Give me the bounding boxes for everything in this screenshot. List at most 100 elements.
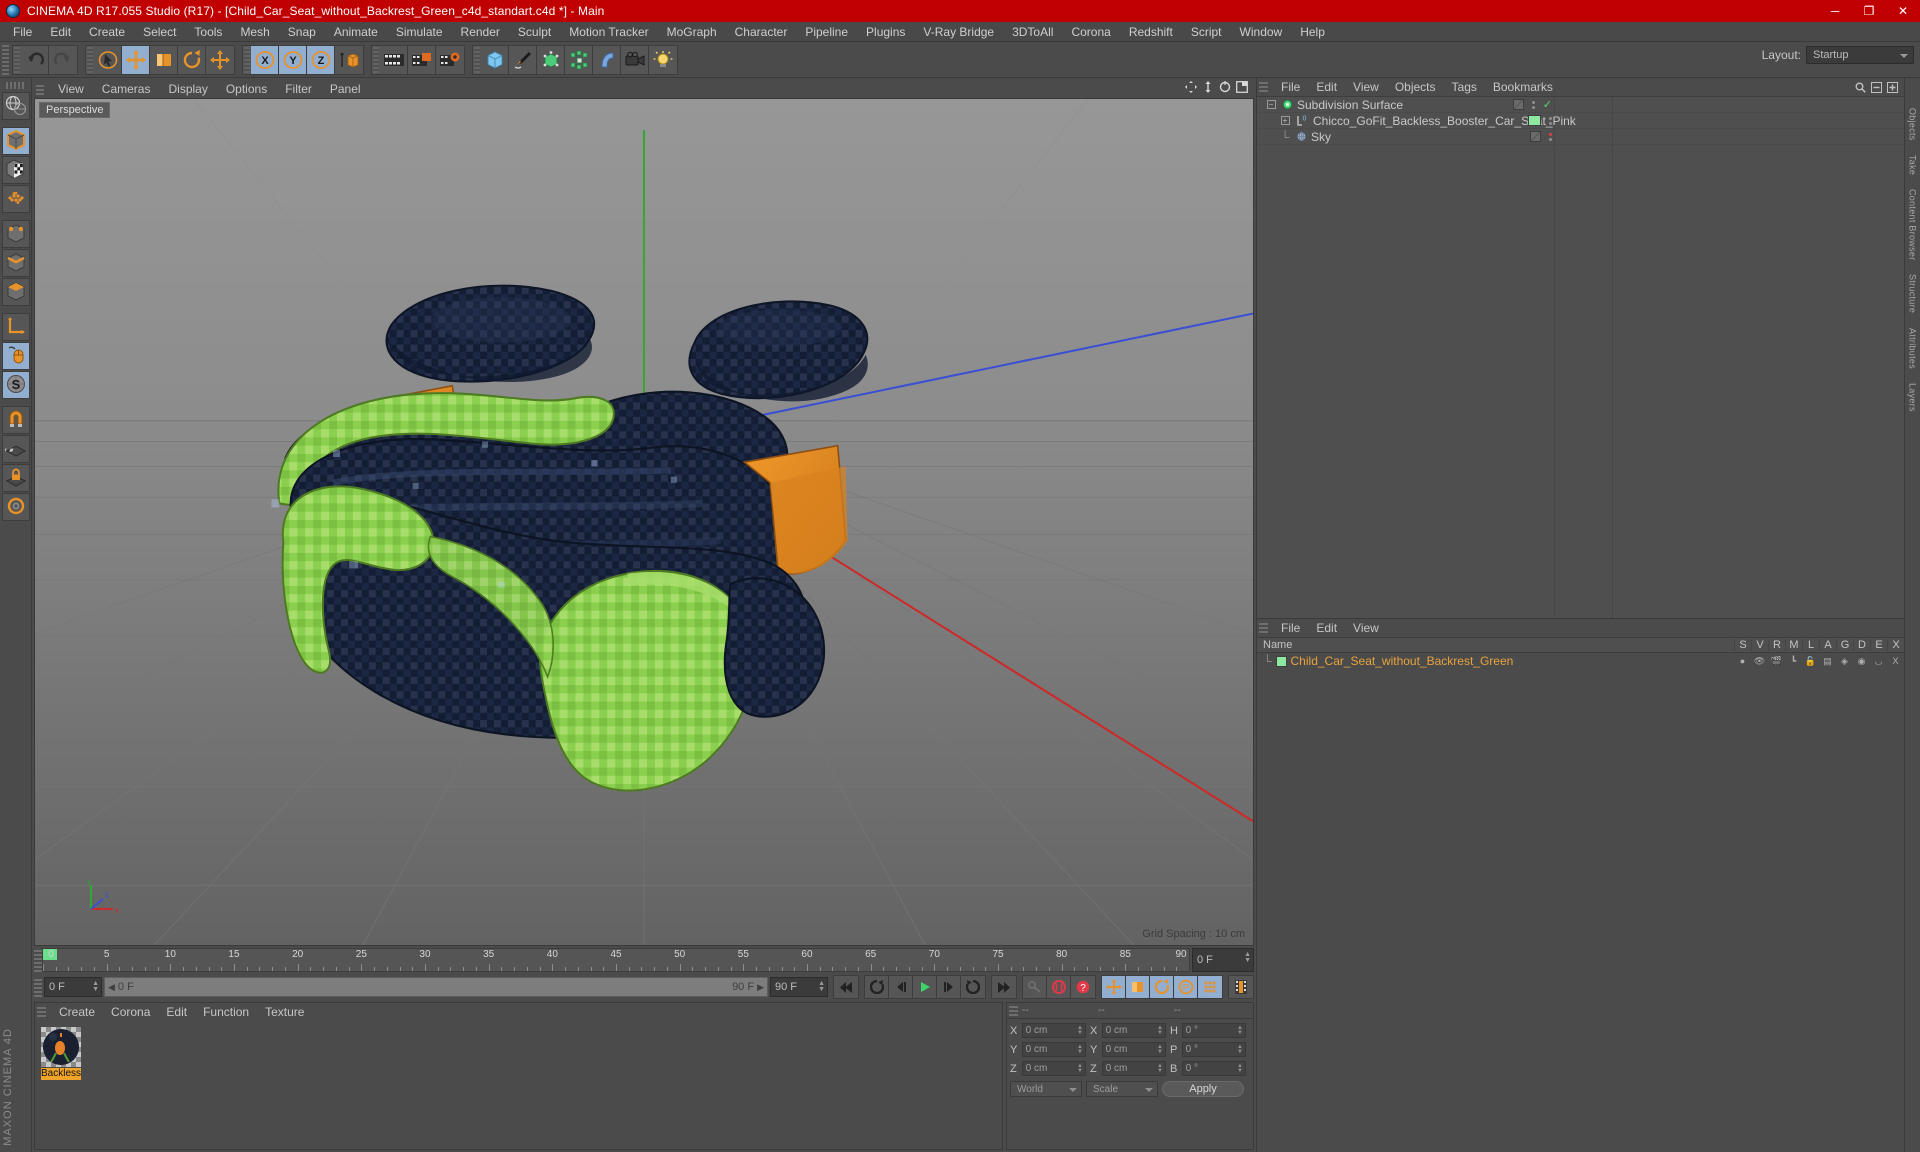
autokey-button[interactable] bbox=[1023, 976, 1047, 998]
viewport-menu-panel[interactable]: Panel bbox=[321, 80, 370, 98]
apply-button[interactable]: Apply bbox=[1162, 1081, 1244, 1097]
axis-y-button[interactable]: Y bbox=[279, 45, 307, 74]
time-scrubber[interactable]: ◀ 0 F 90 F ▶ bbox=[104, 977, 768, 997]
menu-animate[interactable]: Animate bbox=[325, 22, 387, 42]
frame-start-input[interactable]: 0 F ▲ ▼ bbox=[44, 977, 102, 997]
viewport-menu-display[interactable]: Display bbox=[159, 80, 216, 98]
attribute-flag-x[interactable]: X bbox=[1887, 656, 1904, 666]
spinner-icon[interactable]: ▲ ▼ bbox=[818, 980, 825, 993]
spinner-icon[interactable]: ▲ ▼ bbox=[1077, 1025, 1083, 1036]
edge-tab-attributes[interactable]: Attributes bbox=[1908, 328, 1918, 369]
menu-character[interactable]: Character bbox=[726, 22, 797, 42]
viewport-menu-cameras[interactable]: Cameras bbox=[93, 80, 160, 98]
viewport-solo-button[interactable] bbox=[1, 342, 30, 370]
render-view-button[interactable] bbox=[380, 45, 408, 74]
previous-key-button[interactable] bbox=[865, 976, 889, 998]
menu-snap[interactable]: Snap bbox=[279, 22, 325, 42]
edge-tab-layers[interactable]: Layers bbox=[1908, 383, 1918, 412]
scrub-left-arrow-icon[interactable]: ◀ bbox=[108, 982, 115, 993]
render-settings-button[interactable] bbox=[436, 45, 464, 74]
collapse-icon[interactable] bbox=[1871, 81, 1882, 93]
step-back-button[interactable] bbox=[889, 976, 913, 998]
material-menu-corona[interactable]: Corona bbox=[103, 1003, 158, 1021]
visibility-dots[interactable] bbox=[1549, 116, 1552, 125]
menu-script[interactable]: Script bbox=[1182, 22, 1231, 42]
world-object-button[interactable] bbox=[335, 45, 363, 74]
menu-tools[interactable]: Tools bbox=[185, 22, 231, 42]
spinner-icon[interactable]: ▲ ▼ bbox=[1157, 1044, 1163, 1055]
position-key-button[interactable] bbox=[1102, 976, 1126, 998]
add-spline-button[interactable] bbox=[509, 45, 537, 74]
object-tree[interactable]: − Subdivision Surface ✓ +0 Chicco_GoFit_Back… bbox=[1257, 96, 1904, 618]
enable-snap-button[interactable]: S bbox=[1, 371, 30, 399]
minimize-button[interactable]: ─ bbox=[1818, 0, 1852, 22]
coordinate-mode-select[interactable]: Scale bbox=[1086, 1081, 1158, 1097]
scrub-right-arrow-icon[interactable]: ▶ bbox=[757, 982, 764, 993]
edge-tab-structure[interactable]: Structure bbox=[1908, 274, 1918, 313]
scale-key-button[interactable] bbox=[1126, 976, 1150, 998]
toolbar-drag-handle[interactable] bbox=[2, 44, 9, 75]
attribute-flag-l[interactable]: 🔓 bbox=[1802, 656, 1819, 667]
material-item[interactable]: Backless bbox=[41, 1027, 81, 1080]
visibility-dots[interactable] bbox=[1531, 100, 1535, 109]
attribute-flag-a[interactable]: ▤ bbox=[1819, 656, 1836, 667]
object-menu-view[interactable]: View bbox=[1345, 78, 1387, 96]
menu-redshift[interactable]: Redshift bbox=[1120, 22, 1182, 42]
add-cube-button[interactable] bbox=[481, 45, 509, 74]
spinner-icon[interactable]: ▲ ▼ bbox=[1077, 1044, 1083, 1055]
object-menu-edit[interactable]: Edit bbox=[1308, 78, 1345, 96]
visibility-toggle[interactable] bbox=[1512, 99, 1524, 110]
attribute-row[interactable]: └ Child_Car_Seat_without_Backrest_Green ● 👁… bbox=[1257, 653, 1904, 669]
attribute-flag-g[interactable]: ◈ bbox=[1836, 656, 1853, 667]
position-z-input[interactable]: 0 cm ▲ ▼ bbox=[1021, 1061, 1086, 1076]
add-array-button[interactable] bbox=[565, 45, 593, 74]
position-x-input[interactable]: 0 cm ▲ ▼ bbox=[1021, 1023, 1086, 1038]
menu-help[interactable]: Help bbox=[1291, 22, 1334, 42]
perspective-viewport[interactable]: Perspective y x z Grid Spacing: 10 cm bbox=[34, 98, 1254, 946]
menu-corona[interactable]: Corona bbox=[1062, 22, 1119, 42]
move-alt-button[interactable] bbox=[206, 45, 234, 74]
rotation-key-button[interactable] bbox=[1150, 976, 1174, 998]
workplane-button[interactable] bbox=[1, 435, 30, 463]
edge-tab-content-browser[interactable]: Content Browser bbox=[1908, 189, 1918, 261]
object-menu-bookmarks[interactable]: Bookmarks bbox=[1485, 78, 1561, 96]
maximize-viewport-icon[interactable] bbox=[1236, 81, 1248, 93]
material-menu-function[interactable]: Function bbox=[195, 1003, 257, 1021]
texture-mode-button[interactable] bbox=[1, 156, 30, 184]
position-y-input[interactable]: 0 cm ▲ ▼ bbox=[1021, 1042, 1086, 1057]
scale-button[interactable] bbox=[150, 45, 178, 74]
axis-z-button[interactable]: Z bbox=[307, 45, 335, 74]
attribute-flag-e[interactable]: ◡ bbox=[1870, 656, 1887, 667]
go-to-end-button[interactable] bbox=[992, 976, 1016, 998]
expand-icon[interactable] bbox=[1887, 81, 1898, 93]
menu-edit[interactable]: Edit bbox=[41, 22, 80, 42]
object-row[interactable]: − Subdivision Surface ✓ bbox=[1257, 97, 1904, 113]
size-y-input[interactable]: 0 cm ▲ ▼ bbox=[1101, 1042, 1166, 1057]
timeline-drag-handle[interactable] bbox=[34, 948, 42, 972]
points-grid-button[interactable] bbox=[1, 185, 30, 213]
edge-tab-objects[interactable]: Objects bbox=[1908, 108, 1918, 141]
close-button[interactable]: ✕ bbox=[1886, 0, 1920, 22]
spinner-icon[interactable]: ▲ ▼ bbox=[1237, 1063, 1243, 1074]
menu-motion-tracker[interactable]: Motion Tracker bbox=[560, 22, 657, 42]
attribute-flag-v[interactable]: 👁 bbox=[1751, 656, 1768, 667]
spinner-icon[interactable]: ▲ ▼ bbox=[1237, 1025, 1243, 1036]
attr-menu-file[interactable]: File bbox=[1273, 619, 1308, 637]
visibility-dots[interactable] bbox=[1549, 132, 1552, 141]
undo-button[interactable] bbox=[21, 45, 49, 74]
menu-plugins[interactable]: Plugins bbox=[857, 22, 914, 42]
record-active-objects-button[interactable] bbox=[1047, 976, 1071, 998]
menu-file[interactable]: File bbox=[4, 22, 41, 42]
viewport-menu-filter[interactable]: Filter bbox=[276, 80, 321, 98]
lock-workplane-button[interactable] bbox=[1, 464, 30, 492]
rotate-view-icon[interactable] bbox=[1219, 81, 1231, 93]
add-camera-button[interactable] bbox=[621, 45, 649, 74]
material-menu-create[interactable]: Create bbox=[51, 1003, 103, 1021]
menu-pipeline[interactable]: Pipeline bbox=[796, 22, 857, 42]
object-menu-objects[interactable]: Objects bbox=[1387, 78, 1444, 96]
visibility-toggle[interactable] bbox=[1530, 131, 1541, 142]
spinner-icon[interactable]: ▲ ▼ bbox=[1157, 1063, 1163, 1074]
spinner-icon[interactable]: ▲ ▼ bbox=[1077, 1063, 1083, 1074]
timeline-button[interactable] bbox=[1229, 976, 1253, 998]
menu-sculpt[interactable]: Sculpt bbox=[509, 22, 560, 42]
